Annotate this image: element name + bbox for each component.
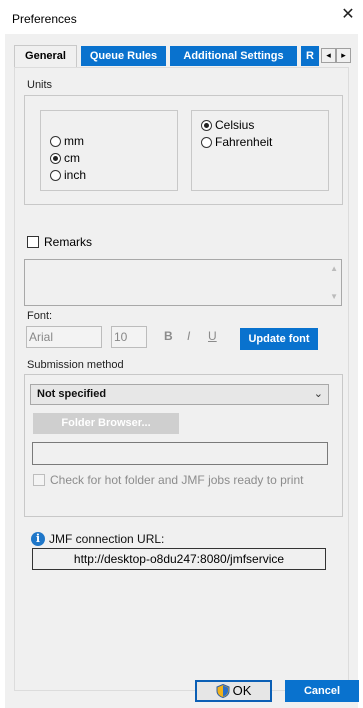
remarks-textarea[interactable]: ▲ ▼ xyxy=(24,259,342,306)
radio-fahrenheit-label: Fahrenheit xyxy=(215,135,273,149)
font-family-input[interactable]: Arial xyxy=(26,326,102,348)
jmf-url-field[interactable]: http://desktop-o8du247:8080/jmfservice xyxy=(32,548,326,570)
remarks-label: Remarks xyxy=(44,235,93,249)
submission-method-select[interactable]: Not specified ⌄ xyxy=(30,384,329,405)
font-size-input[interactable]: 10 xyxy=(111,326,147,348)
tab-queue-rules[interactable]: Queue Rules xyxy=(81,46,166,66)
radio-mm-label: mm xyxy=(64,134,84,148)
units-group: mm cm inch Celsius Fahrenheit xyxy=(24,95,343,205)
preferences-window: General Queue Rules Additional Settings … xyxy=(5,34,358,708)
submission-method-value: Not specified xyxy=(37,388,107,400)
radio-fahrenheit[interactable]: Fahrenheit xyxy=(201,134,272,150)
scroll-down-icon: ▼ xyxy=(330,292,338,301)
ok-label: OK xyxy=(232,683,252,698)
font-label: Font: xyxy=(27,310,53,322)
chevron-down-icon: ⌄ xyxy=(313,388,323,400)
ok-button[interactable]: OK xyxy=(195,680,272,702)
radio-cm-label: cm xyxy=(64,151,80,165)
radio-celsius-label: Celsius xyxy=(215,118,255,132)
hotfolder-checkbox-box xyxy=(33,474,45,486)
units-label: Units xyxy=(27,79,53,91)
length-units-box: mm cm inch xyxy=(40,110,178,191)
temperature-units-box: Celsius Fahrenheit xyxy=(191,110,329,191)
tab-scroll-right-icon[interactable]: ▸ xyxy=(336,48,351,63)
submission-method-label: Submission method xyxy=(27,359,124,371)
underline-button[interactable]: U xyxy=(208,329,217,343)
hot-folder-path-input[interactable] xyxy=(32,442,328,465)
tab-scroll-left-icon[interactable]: ◂ xyxy=(321,48,336,63)
radio-cm-indicator xyxy=(50,152,61,164)
radio-mm[interactable]: mm xyxy=(50,133,84,149)
radio-fahrenheit-indicator xyxy=(201,136,212,148)
title-bar: Preferences ✕ xyxy=(0,0,363,34)
hotfolder-checkbox[interactable]: Check for hot folder and JMF jobs ready … xyxy=(33,473,323,487)
radio-celsius[interactable]: Celsius xyxy=(201,117,254,133)
tab-truncated[interactable]: R xyxy=(301,46,319,66)
remarks-checkbox-box xyxy=(27,236,39,248)
bold-button[interactable]: B xyxy=(164,329,173,343)
window-title: Preferences xyxy=(12,12,77,26)
radio-celsius-indicator xyxy=(201,119,212,131)
radio-cm[interactable]: cm xyxy=(50,150,80,166)
info-icon: i xyxy=(31,532,45,546)
close-icon[interactable]: ✕ xyxy=(339,6,357,24)
radio-inch[interactable]: inch xyxy=(50,167,86,183)
remarks-checkbox[interactable]: Remarks xyxy=(27,236,92,249)
italic-button[interactable]: I xyxy=(187,329,190,343)
tab-additional-settings[interactable]: Additional Settings xyxy=(170,46,297,66)
hotfolder-checkbox-label: Check for hot folder and JMF jobs ready … xyxy=(50,473,304,487)
tab-general[interactable]: General xyxy=(14,45,77,67)
radio-mm-indicator xyxy=(50,135,61,147)
radio-inch-indicator xyxy=(50,169,61,181)
folder-browser-button[interactable]: Folder Browser... xyxy=(33,413,179,434)
radio-inch-label: inch xyxy=(64,168,87,182)
cancel-button[interactable]: Cancel xyxy=(285,680,359,702)
shield-icon xyxy=(216,684,230,698)
general-panel: Units mm cm inch Celsius Fahrenheit Rema… xyxy=(14,67,349,691)
update-font-button[interactable]: Update font xyxy=(240,328,318,350)
scroll-up-icon: ▲ xyxy=(330,264,338,273)
jmf-url-label: JMF connection URL: xyxy=(49,532,165,546)
